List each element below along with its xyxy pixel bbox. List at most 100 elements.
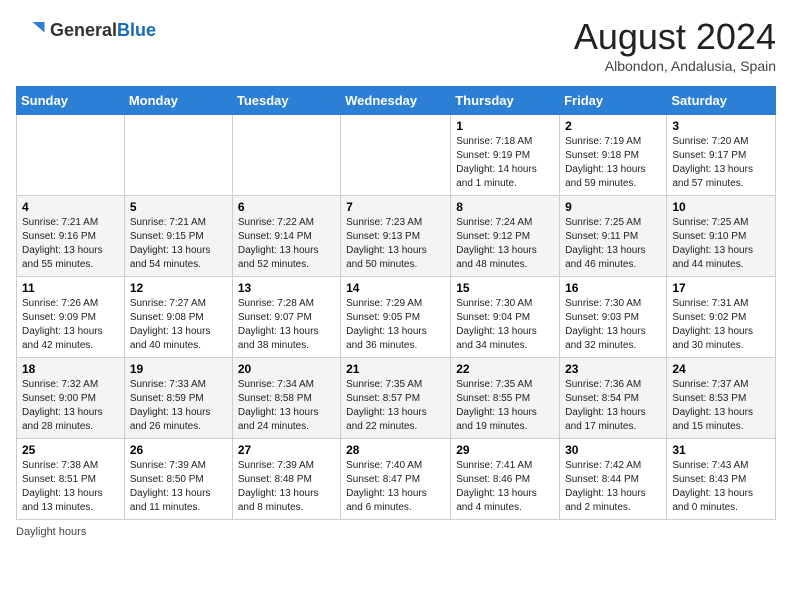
- day-number: 23: [565, 362, 661, 376]
- day-cell: 26Sunrise: 7:39 AM Sunset: 8:50 PM Dayli…: [124, 439, 232, 520]
- day-cell: 23 Sunrise: 7:36 AM Sunset: 8:54 PM Dayli…: [560, 358, 667, 439]
- calendar-table: SundayMondayTuesdayWednesdayThursdayFrid…: [16, 86, 776, 520]
- day-info: Sunrise: 7:31 AM Sunset: 9:02 PM Dayligh…: [672, 297, 770, 353]
- day-number: 19: [130, 362, 227, 376]
- day-info: Sunrise: 7:39 AM Sunset: 8:48 PM Dayligh…: [238, 459, 335, 515]
- col-header-sunday: Sunday: [17, 87, 125, 115]
- day-info: Sunrise: 7:23 AM Sunset: 9:13 PM Dayligh…: [346, 216, 445, 272]
- day-number: 2: [565, 119, 661, 133]
- day-cell: 25 Sunrise: 7:38 AM Sunset: 8:51 PM Dayli…: [17, 439, 125, 520]
- month-year: August 2024: [574, 16, 776, 58]
- day-info: Sunrise: 7:20 AM Sunset: 9:17 PM Dayligh…: [672, 135, 770, 191]
- day-cell: 11 Sunrise: 7:26 AM Sunset: 9:09 PM Dayli…: [17, 277, 125, 358]
- day-cell: 31 Sunrise: 7:43 AM Sunset: 8:43 PM Dayli…: [667, 439, 776, 520]
- logo-text: General Blue: [50, 21, 156, 41]
- col-header-friday: Friday: [560, 87, 667, 115]
- day-number: 26: [130, 443, 227, 457]
- day-info: Sunrise: 7:36 AM Sunset: 8:54 PM Dayligh…: [565, 378, 661, 434]
- day-info: Sunrise: 7:42 AM Sunset: 8:44 PM Dayligh…: [565, 459, 661, 515]
- day-number: 8: [456, 200, 554, 214]
- day-info: Sunrise: 7:43 AM Sunset: 8:43 PM Dayligh…: [672, 459, 770, 515]
- title-block: August 2024 Albondon, Andalusia, Spain: [574, 16, 776, 74]
- day-cell: 5Sunrise: 7:21 AM Sunset: 9:15 PM Daylig…: [124, 196, 232, 277]
- day-number: 1: [456, 119, 554, 133]
- day-cell: [341, 115, 451, 196]
- day-number: 11: [22, 281, 119, 295]
- day-number: 24: [672, 362, 770, 376]
- day-cell: 29Sunrise: 7:41 AM Sunset: 8:46 PM Dayli…: [451, 439, 560, 520]
- day-cell: 10 Sunrise: 7:25 AM Sunset: 9:10 PM Dayli…: [667, 196, 776, 277]
- day-cell: 9Sunrise: 7:25 AM Sunset: 9:11 PM Daylig…: [560, 196, 667, 277]
- col-header-wednesday: Wednesday: [341, 87, 451, 115]
- week-row-3: 11 Sunrise: 7:26 AM Sunset: 9:09 PM Dayli…: [17, 277, 776, 358]
- day-info: Sunrise: 7:29 AM Sunset: 9:05 PM Dayligh…: [346, 297, 445, 353]
- day-cell: 13 Sunrise: 7:28 AM Sunset: 9:07 PM Dayli…: [232, 277, 340, 358]
- day-cell: 7 Sunrise: 7:23 AM Sunset: 9:13 PM Daylig…: [341, 196, 451, 277]
- day-number: 25: [22, 443, 119, 457]
- day-number: 14: [346, 281, 445, 295]
- day-info: Sunrise: 7:21 AM Sunset: 9:15 PM Dayligh…: [130, 216, 227, 272]
- day-number: 13: [238, 281, 335, 295]
- day-number: 10: [672, 200, 770, 214]
- day-info: Sunrise: 7:21 AM Sunset: 9:16 PM Dayligh…: [22, 216, 119, 272]
- day-info: Sunrise: 7:35 AM Sunset: 8:57 PM Dayligh…: [346, 378, 445, 434]
- col-header-monday: Monday: [124, 87, 232, 115]
- day-cell: 4Sunrise: 7:21 AM Sunset: 9:16 PM Daylig…: [17, 196, 125, 277]
- day-cell: [232, 115, 340, 196]
- logo-icon: [16, 16, 46, 46]
- day-info: Sunrise: 7:37 AM Sunset: 8:53 PM Dayligh…: [672, 378, 770, 434]
- day-cell: 28Sunrise: 7:40 AM Sunset: 8:47 PM Dayli…: [341, 439, 451, 520]
- day-info: Sunrise: 7:19 AM Sunset: 9:18 PM Dayligh…: [565, 135, 661, 191]
- day-cell: 12 Sunrise: 7:27 AM Sunset: 9:08 PM Dayli…: [124, 277, 232, 358]
- day-info: Sunrise: 7:30 AM Sunset: 9:04 PM Dayligh…: [456, 297, 554, 353]
- day-cell: 15 Sunrise: 7:30 AM Sunset: 9:04 PM Dayli…: [451, 277, 560, 358]
- logo: General Blue: [16, 16, 156, 46]
- day-number: 22: [456, 362, 554, 376]
- day-number: 6: [238, 200, 335, 214]
- day-info: Sunrise: 7:35 AM Sunset: 8:55 PM Dayligh…: [456, 378, 554, 434]
- day-cell: 6 Sunrise: 7:22 AM Sunset: 9:14 PM Daylig…: [232, 196, 340, 277]
- day-info: Sunrise: 7:38 AM Sunset: 8:51 PM Dayligh…: [22, 459, 119, 515]
- day-number: 3: [672, 119, 770, 133]
- day-number: 27: [238, 443, 335, 457]
- day-info: Sunrise: 7:25 AM Sunset: 9:10 PM Dayligh…: [672, 216, 770, 272]
- day-number: 31: [672, 443, 770, 457]
- day-cell: [124, 115, 232, 196]
- day-number: 15: [456, 281, 554, 295]
- footer-note: Daylight hours: [16, 526, 776, 538]
- day-info: Sunrise: 7:24 AM Sunset: 9:12 PM Dayligh…: [456, 216, 554, 272]
- day-number: 16: [565, 281, 661, 295]
- day-cell: [17, 115, 125, 196]
- day-info: Sunrise: 7:28 AM Sunset: 9:07 PM Dayligh…: [238, 297, 335, 353]
- day-cell: 14 Sunrise: 7:29 AM Sunset: 9:05 PM Dayli…: [341, 277, 451, 358]
- day-number: 18: [22, 362, 119, 376]
- logo-blue: Blue: [117, 21, 156, 41]
- day-info: Sunrise: 7:34 AM Sunset: 8:58 PM Dayligh…: [238, 378, 335, 434]
- day-number: 21: [346, 362, 445, 376]
- logo-general: General: [50, 21, 117, 41]
- week-row-4: 18 Sunrise: 7:32 AM Sunset: 9:00 PM Dayli…: [17, 358, 776, 439]
- day-number: 29: [456, 443, 554, 457]
- day-cell: 19Sunrise: 7:33 AM Sunset: 8:59 PM Dayli…: [124, 358, 232, 439]
- page-header: General Blue August 2024 Albondon, Andal…: [16, 16, 776, 74]
- day-cell: 1Sunrise: 7:18 AM Sunset: 9:19 PM Daylig…: [451, 115, 560, 196]
- day-info: Sunrise: 7:40 AM Sunset: 8:47 PM Dayligh…: [346, 459, 445, 515]
- day-cell: 30Sunrise: 7:42 AM Sunset: 8:44 PM Dayli…: [560, 439, 667, 520]
- day-cell: 16Sunrise: 7:30 AM Sunset: 9:03 PM Dayli…: [560, 277, 667, 358]
- day-info: Sunrise: 7:32 AM Sunset: 9:00 PM Dayligh…: [22, 378, 119, 434]
- day-info: Sunrise: 7:22 AM Sunset: 9:14 PM Dayligh…: [238, 216, 335, 272]
- day-number: 17: [672, 281, 770, 295]
- col-header-tuesday: Tuesday: [232, 87, 340, 115]
- location: Albondon, Andalusia, Spain: [574, 58, 776, 74]
- day-cell: 21 Sunrise: 7:35 AM Sunset: 8:57 PM Dayli…: [341, 358, 451, 439]
- day-cell: 8 Sunrise: 7:24 AM Sunset: 9:12 PM Daylig…: [451, 196, 560, 277]
- day-info: Sunrise: 7:26 AM Sunset: 9:09 PM Dayligh…: [22, 297, 119, 353]
- day-cell: 17 Sunrise: 7:31 AM Sunset: 9:02 PM Dayli…: [667, 277, 776, 358]
- day-number: 12: [130, 281, 227, 295]
- week-row-5: 25 Sunrise: 7:38 AM Sunset: 8:51 PM Dayli…: [17, 439, 776, 520]
- week-row-1: 1Sunrise: 7:18 AM Sunset: 9:19 PM Daylig…: [17, 115, 776, 196]
- day-cell: 27 Sunrise: 7:39 AM Sunset: 8:48 PM Dayli…: [232, 439, 340, 520]
- day-number: 7: [346, 200, 445, 214]
- day-info: Sunrise: 7:27 AM Sunset: 9:08 PM Dayligh…: [130, 297, 227, 353]
- day-info: Sunrise: 7:25 AM Sunset: 9:11 PM Dayligh…: [565, 216, 661, 272]
